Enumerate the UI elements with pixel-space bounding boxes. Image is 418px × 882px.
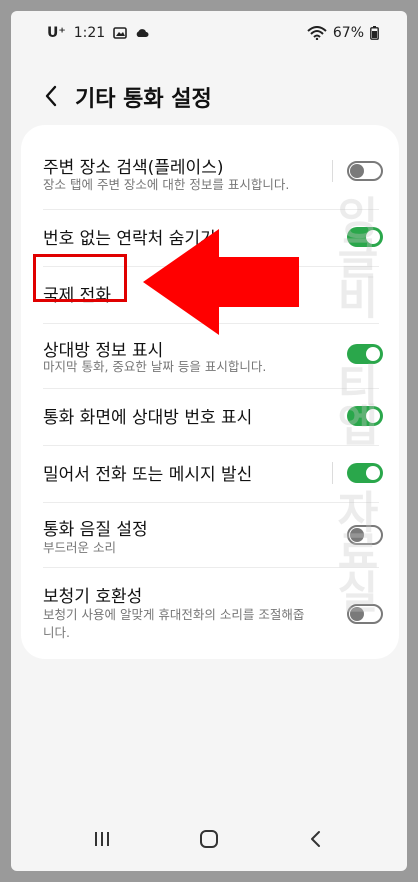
toggle-knob [350, 164, 364, 178]
setting-label: 통화 음질 설정 [43, 520, 148, 540]
toggle-knob [366, 230, 380, 244]
setting-description: 장소 탭에 주변 장소에 대한 정보를 표시합니다. [43, 177, 290, 192]
carrier-label: U⁺ [47, 25, 66, 41]
toggle-switch[interactable] [347, 463, 383, 483]
setting-call-quality[interactable]: 통화 음질 설정 부드러운 소리 [21, 503, 399, 567]
time-label: 1:21 [73, 25, 106, 41]
gallery-icon [113, 27, 128, 39]
app-header: 기타 통화 설정 [11, 77, 407, 117]
cloud-icon [136, 29, 149, 37]
toggle-switch[interactable] [347, 227, 383, 247]
back-icon[interactable] [301, 827, 331, 851]
battery-icon [370, 26, 379, 40]
setting-label: 보청기 호환성 [43, 587, 143, 607]
navigation-bar [11, 819, 407, 859]
battery-percent: 67% [332, 25, 364, 41]
toggle-switch[interactable] [347, 344, 383, 364]
setting-hearing-aid[interactable]: 보청기 호환성 보청기 사용에 알맞게 휴대전화의 소리를 조절해줍니다. [21, 568, 399, 656]
toggle-switch[interactable] [347, 525, 383, 545]
setting-label: 밀어서 전화 또는 메시지 발신 [43, 465, 253, 485]
setting-label: 통화 화면에 상대방 번호 표시 [43, 408, 253, 428]
home-icon[interactable] [194, 827, 224, 851]
setting-description: 마지막 통화, 중요한 날짜 등을 표시합니다. [43, 359, 267, 374]
setting-label: 주변 장소 검색(플레이스) [43, 158, 224, 178]
wifi-icon [307, 26, 327, 40]
setting-description: 부드러운 소리 [43, 540, 116, 555]
setting-swipe-call[interactable]: 밀어서 전화 또는 메시지 발신 [21, 446, 399, 502]
red-arrow-icon [143, 229, 299, 335]
phone-screen: U⁺ 1:21 67% 기타 통화 설정 주변 장소 검색(플레이스) 장소 탭… [11, 11, 407, 871]
setting-nearby-places[interactable]: 주변 장소 검색(플레이스) 장소 탭에 주변 장소에 대한 정보를 표시합니다… [21, 125, 399, 195]
page-title: 기타 통화 설정 [75, 87, 212, 112]
toggle-switch[interactable] [347, 604, 383, 624]
toggle-switch[interactable] [347, 406, 383, 426]
setting-show-number[interactable]: 통화 화면에 상대방 번호 표시 [21, 389, 399, 445]
highlight-box [33, 254, 127, 302]
settings-card: 주변 장소 검색(플레이스) 장소 탭에 주변 장소에 대한 정보를 표시합니다… [21, 125, 399, 659]
toggle-knob [366, 409, 380, 423]
toggle-knob [350, 528, 364, 542]
setting-description: 보청기 사용에 알맞게 휴대전화의 소리를 조절해줍니다. [43, 607, 305, 640]
recents-icon[interactable] [87, 827, 117, 851]
toggle-switch[interactable] [347, 161, 383, 181]
back-arrow-icon[interactable] [39, 81, 63, 111]
divider [332, 462, 333, 484]
toggle-knob [366, 347, 380, 361]
toggle-knob [366, 466, 380, 480]
divider [332, 160, 333, 182]
status-bar: U⁺ 1:21 67% [11, 11, 407, 57]
toggle-knob [350, 607, 364, 621]
